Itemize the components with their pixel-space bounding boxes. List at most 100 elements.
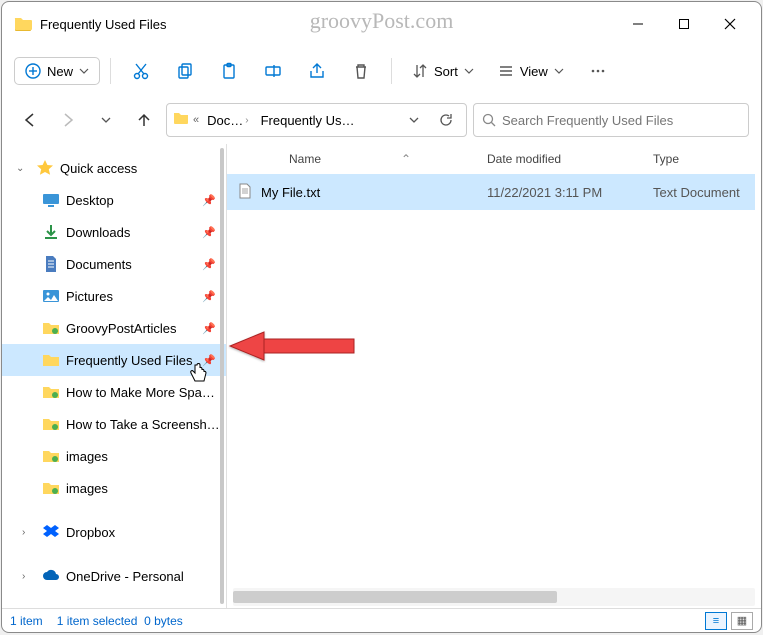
- sidebar-item-onedrive[interactable]: › OneDrive - Personal: [2, 560, 226, 592]
- share-button[interactable]: [297, 53, 337, 89]
- folder-icon: [42, 319, 60, 337]
- sort-button[interactable]: Sort: [402, 58, 484, 84]
- sidebar-item-frequently-used-files[interactable]: Frequently Used Files 📌: [2, 344, 226, 376]
- address-bar[interactable]: « Doc… › Frequently Us…: [166, 103, 467, 137]
- chevron-right-icon: ›: [22, 527, 36, 538]
- sidebar-scrollbar[interactable]: [220, 148, 224, 604]
- divider: [391, 58, 392, 84]
- column-date[interactable]: Date modified: [487, 152, 653, 166]
- column-type[interactable]: Type: [653, 152, 761, 166]
- status-selected: 1 item selected 0 bytes: [57, 614, 183, 628]
- sidebar-item-documents[interactable]: Documents 📌: [2, 248, 226, 280]
- text-file-icon: [237, 183, 253, 202]
- file-row[interactable]: My File.txt 11/22/2021 3:11 PM Text Docu…: [227, 174, 755, 210]
- new-label: New: [47, 64, 73, 79]
- chevron-double-left-icon[interactable]: «: [193, 114, 199, 126]
- maximize-button[interactable]: [661, 8, 707, 40]
- sidebar-item-images-1[interactable]: images: [2, 440, 226, 472]
- sidebar-item-dropbox[interactable]: › Dropbox: [2, 516, 226, 548]
- plus-circle-icon: [25, 63, 41, 79]
- folder-icon: [42, 447, 60, 465]
- up-button[interactable]: [128, 104, 160, 136]
- search-box[interactable]: [473, 103, 749, 137]
- view-button[interactable]: View: [488, 58, 574, 84]
- pin-icon: 📌: [202, 290, 216, 303]
- quick-access-label: Quick access: [60, 161, 220, 176]
- chevron-down-icon: [464, 66, 474, 76]
- pin-icon: 📌: [202, 258, 216, 271]
- sidebar-item-label: images: [66, 449, 220, 464]
- pin-icon: 📌: [202, 354, 216, 367]
- cut-button[interactable]: [121, 53, 161, 89]
- copy-button[interactable]: [165, 53, 205, 89]
- sidebar-item-label: GroovyPostArticles: [66, 321, 202, 336]
- toolbar: New Sort View: [2, 46, 761, 96]
- sidebar-item-label: Pictures: [66, 289, 202, 304]
- star-icon: [36, 159, 54, 177]
- dropbox-icon: [42, 523, 60, 541]
- list-icon: [498, 63, 514, 79]
- horizontal-scrollbar[interactable]: [233, 588, 755, 606]
- quick-access-root[interactable]: ⌄ Quick access: [2, 152, 226, 184]
- body: ⌄ Quick access Desktop 📌 Downloads 📌 Doc…: [2, 144, 761, 608]
- folder-icon: [42, 479, 60, 497]
- close-button[interactable]: [707, 8, 753, 40]
- file-explorer-window: Frequently Used Files groovyPost.com New…: [1, 1, 762, 633]
- address-dropdown-button[interactable]: [400, 106, 428, 134]
- sidebar-item-desktop[interactable]: Desktop 📌: [2, 184, 226, 216]
- chevron-right-icon: ›: [22, 571, 36, 582]
- sort-asc-icon: ⌃: [401, 152, 411, 166]
- titlebar: Frequently Used Files groovyPost.com: [2, 2, 761, 46]
- status-bar: 1 item 1 item selected 0 bytes ≡ ▦: [2, 608, 761, 632]
- sidebar-item-downloads[interactable]: Downloads 📌: [2, 216, 226, 248]
- pin-icon: 📌: [202, 226, 216, 239]
- sort-icon: [412, 63, 428, 79]
- sidebar-item-label: images: [66, 481, 220, 496]
- new-button[interactable]: New: [14, 57, 100, 85]
- breadcrumb-segment[interactable]: Frequently Us…: [257, 111, 359, 130]
- search-icon: [482, 113, 496, 127]
- window-controls: [615, 8, 753, 40]
- sidebar-item-groovypostarticles[interactable]: GroovyPostArticles 📌: [2, 312, 226, 344]
- empty-space[interactable]: [227, 210, 761, 588]
- column-name[interactable]: Name ⌃: [237, 152, 487, 166]
- sidebar-item-thispc[interactable]: › This PC: [2, 604, 226, 608]
- minimize-button[interactable]: [615, 8, 661, 40]
- delete-button[interactable]: [341, 53, 381, 89]
- sidebar-item-images-2[interactable]: images: [2, 472, 226, 504]
- folder-icon: [42, 383, 60, 401]
- navbar: « Doc… › Frequently Us…: [2, 96, 761, 144]
- sidebar-item-label: Downloads: [66, 225, 202, 240]
- status-item-count: 1 item: [10, 614, 43, 628]
- recent-locations-button[interactable]: [90, 104, 122, 136]
- folder-icon: [42, 415, 60, 433]
- window-title: Frequently Used Files: [40, 17, 615, 32]
- thumbnail-view-button[interactable]: ▦: [731, 612, 753, 630]
- details-view-button[interactable]: ≡: [705, 612, 727, 630]
- file-date: 11/22/2021 3:11 PM: [487, 185, 653, 200]
- back-button[interactable]: [14, 104, 46, 136]
- forward-button[interactable]: [52, 104, 84, 136]
- rename-button[interactable]: [253, 53, 293, 89]
- pictures-icon: [42, 287, 60, 305]
- file-type: Text Document: [653, 185, 755, 200]
- sidebar-item-label: Dropbox: [66, 525, 220, 540]
- sidebar-item-pictures[interactable]: Pictures 📌: [2, 280, 226, 312]
- document-icon: [42, 255, 60, 273]
- pin-icon: 📌: [202, 194, 216, 207]
- sidebar-item-label: How to Make More Space Av: [66, 385, 220, 400]
- sidebar-item-howto-space[interactable]: How to Make More Space Av: [2, 376, 226, 408]
- more-button[interactable]: [578, 53, 618, 89]
- pin-icon: 📌: [202, 322, 216, 335]
- cloud-icon: [42, 567, 60, 585]
- paste-button[interactable]: [209, 53, 249, 89]
- column-headers: Name ⌃ Date modified Type: [227, 144, 761, 174]
- divider: [110, 58, 111, 84]
- search-input[interactable]: [502, 113, 740, 128]
- file-name: My File.txt: [261, 185, 320, 200]
- refresh-button[interactable]: [432, 106, 460, 134]
- sidebar-item-label: How to Take a Screenshot on: [66, 417, 220, 432]
- breadcrumb-segment[interactable]: Doc… ›: [203, 111, 252, 130]
- sidebar-item-howto-screenshot[interactable]: How to Take a Screenshot on: [2, 408, 226, 440]
- folder-icon: [14, 15, 32, 33]
